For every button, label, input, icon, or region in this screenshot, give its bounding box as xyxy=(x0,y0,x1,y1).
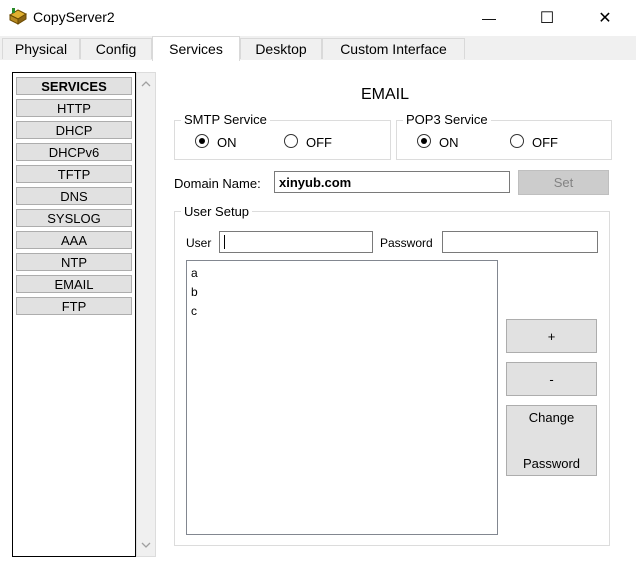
smtp-off-label: OFF xyxy=(306,135,332,150)
minimize-icon: — xyxy=(482,10,496,26)
tab-desktop[interactable]: Desktop xyxy=(240,38,322,59)
window-title: CopyServer2 xyxy=(33,9,115,25)
service-http-button[interactable]: HTTP xyxy=(16,99,132,117)
service-ftp-button[interactable]: FTP xyxy=(16,297,132,315)
tab-config[interactable]: Config xyxy=(80,38,152,59)
set-button[interactable]: Set xyxy=(518,170,609,195)
service-dhcpv6-button[interactable]: DHCPv6 xyxy=(16,143,132,161)
service-dns-button[interactable]: DNS xyxy=(16,187,132,205)
change-password-label-line1: Change xyxy=(528,410,575,425)
pop3-service-title: POP3 Service xyxy=(403,112,491,127)
add-user-button[interactable]: + xyxy=(506,319,597,353)
tab-physical[interactable]: Physical xyxy=(2,38,80,59)
tab-bar: Physical Config Services Desktop Custom … xyxy=(0,36,636,61)
text-caret xyxy=(224,235,225,249)
chevron-down-icon[interactable] xyxy=(137,536,155,554)
service-dhcp-button[interactable]: DHCP xyxy=(16,121,132,139)
close-icon: ✕ xyxy=(598,10,612,27)
tab-label: Desktop xyxy=(255,41,307,57)
service-ntp-button[interactable]: NTP xyxy=(16,253,132,271)
server-box-icon xyxy=(8,7,28,27)
domain-name-label: Domain Name: xyxy=(174,176,261,191)
change-password-button[interactable]: Change Password xyxy=(506,405,597,476)
service-aaa-button[interactable]: AAA xyxy=(16,231,132,249)
pop3-off-label: OFF xyxy=(532,135,558,150)
list-item[interactable]: a xyxy=(191,266,198,280)
change-password-label-line2: Password xyxy=(522,456,581,471)
password-label: Password xyxy=(380,236,433,250)
minimize-button[interactable]: — xyxy=(466,6,512,30)
chevron-up-icon[interactable] xyxy=(137,75,155,93)
user-list[interactable]: a b c xyxy=(186,260,498,535)
tab-services[interactable]: Services xyxy=(152,36,240,61)
user-input[interactable] xyxy=(219,231,373,253)
tab-label: Physical xyxy=(14,41,68,57)
maximize-button[interactable]: ☐ xyxy=(524,6,570,30)
list-item[interactable]: c xyxy=(191,304,197,318)
smtp-off-radio[interactable] xyxy=(284,134,298,148)
tab-label: Custom Interface xyxy=(340,41,447,57)
smtp-on-radio[interactable] xyxy=(195,134,209,148)
domain-name-value: xinyub.com xyxy=(279,174,352,190)
password-input[interactable] xyxy=(442,231,598,253)
email-heading: EMAIL xyxy=(361,86,410,103)
pop3-on-label: ON xyxy=(439,135,459,150)
smtp-service-title: SMTP Service xyxy=(181,112,270,127)
list-item[interactable]: b xyxy=(191,285,198,299)
user-label: User xyxy=(186,236,212,250)
tab-custom-interface[interactable]: Custom Interface xyxy=(322,38,465,59)
service-email-button[interactable]: EMAIL xyxy=(16,275,132,293)
close-button[interactable]: ✕ xyxy=(582,6,628,30)
domain-name-input[interactable]: xinyub.com xyxy=(274,171,510,193)
maximize-icon: ☐ xyxy=(539,10,555,27)
services-scrollbar[interactable] xyxy=(136,72,156,557)
pop3-on-radio[interactable] xyxy=(417,134,431,148)
service-syslog-button[interactable]: SYSLOG xyxy=(16,209,132,227)
smtp-on-label: ON xyxy=(217,135,237,150)
user-setup-title: User Setup xyxy=(181,204,253,219)
services-header: SERVICES xyxy=(16,77,132,95)
remove-user-button[interactable]: - xyxy=(506,362,597,396)
tab-label: Config xyxy=(95,41,137,57)
service-tftp-button[interactable]: TFTP xyxy=(16,165,132,183)
services-list: SERVICES HTTP DHCP DHCPv6 TFTP DNS SYSLO… xyxy=(12,72,136,557)
pop3-off-radio[interactable] xyxy=(510,134,524,148)
tab-label: Services xyxy=(169,41,223,57)
